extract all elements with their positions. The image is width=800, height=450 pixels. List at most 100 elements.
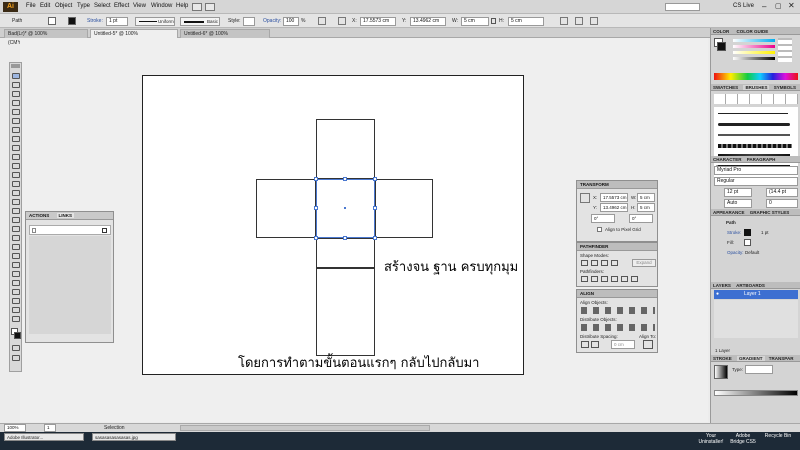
tab-graphic-styles[interactable]: GRAPHIC STYLES	[750, 210, 790, 215]
gradient-preview[interactable]	[714, 365, 728, 379]
constrain-proportions-icon[interactable]	[491, 18, 496, 24]
exclude-icon[interactable]	[611, 260, 618, 266]
magenta-slider[interactable]	[733, 45, 775, 48]
appearance-opacity-label[interactable]: Opacity:	[727, 250, 744, 255]
brush-definition[interactable]: Basic	[180, 17, 220, 26]
stroke-label[interactable]: Stroke:	[87, 18, 103, 24]
spacing-field[interactable]: 0 cm	[611, 340, 635, 349]
minus-back-icon[interactable]	[631, 276, 638, 282]
hand-tool-icon[interactable]	[12, 307, 20, 313]
swatches-panel-header[interactable]: SWATCHES BRUSHES SYMBOLS	[711, 84, 800, 91]
gradient-type-field[interactable]	[745, 365, 773, 374]
minus-front-icon[interactable]	[591, 260, 598, 266]
blend-tool-icon[interactable]	[12, 262, 20, 268]
drawing-mode-icon[interactable]	[12, 345, 20, 351]
transform-w-field[interactable]: 5 cm	[637, 193, 655, 202]
tracking-field[interactable]: 0	[766, 199, 798, 208]
black-slider[interactable]	[733, 57, 775, 60]
color-stroke-icon[interactable]	[717, 42, 726, 51]
reference-point-grid-icon[interactable]	[580, 193, 590, 203]
menu-edit[interactable]: Edit	[40, 3, 50, 9]
link-row[interactable]	[29, 225, 111, 235]
type-tool-icon[interactable]	[12, 118, 20, 124]
appearance-fill-swatch[interactable]	[744, 239, 751, 246]
close-icon[interactable]: ✕	[788, 1, 795, 10]
outline-icon[interactable]	[621, 276, 628, 282]
appearance-panel-header[interactable]: APPEARANCE GRAPHIC STYLES	[711, 209, 800, 216]
appearance-fill-label[interactable]: Fill:	[727, 240, 734, 245]
align-to-dropdown[interactable]	[643, 340, 653, 349]
desktop-icon-bridge[interactable]: Adobe Bridge CS5	[728, 433, 758, 445]
layers-list[interactable]	[714, 300, 798, 338]
selection-handle[interactable]	[373, 206, 377, 210]
gradient-tool-icon[interactable]	[12, 244, 20, 250]
free-transform-tool-icon[interactable]	[12, 208, 20, 214]
font-size-field[interactable]: 12 pt	[724, 188, 752, 197]
layers-panel-header[interactable]: LAYERS ARTBOARDS	[711, 282, 800, 289]
crop-icon[interactable]	[611, 276, 618, 282]
menu-type[interactable]: Type	[77, 3, 90, 9]
gradient-slider[interactable]	[714, 390, 798, 396]
zoom-field[interactable]: 100%	[4, 424, 26, 432]
tab-symbols[interactable]: SYMBOLS	[774, 85, 796, 90]
net-square-left[interactable]	[256, 179, 316, 238]
expand-button[interactable]: Expand	[632, 259, 656, 267]
net-square-right[interactable]	[375, 179, 433, 238]
cs-live-button[interactable]: CS Live	[733, 3, 754, 9]
layer-row[interactable]: ● Layer 1	[714, 290, 798, 299]
arrange-documents-button[interactable]	[205, 3, 215, 11]
tab-transparency[interactable]: TRANSPAR	[769, 356, 794, 361]
recolor-artwork-icon[interactable]	[318, 17, 326, 25]
tab-appearance[interactable]: APPEARANCE	[713, 210, 745, 215]
vertical-spacing-icon[interactable]	[581, 341, 589, 348]
tab-swatches[interactable]: SWATCHES	[713, 85, 738, 90]
opacity-label[interactable]: Opacity:	[263, 18, 281, 24]
eyedropper-tool-icon[interactable]	[12, 253, 20, 259]
menu-select[interactable]: Select	[94, 3, 111, 9]
color-panel-header[interactable]: COLOR COLOR GUIDE	[711, 28, 800, 35]
pen-tool-icon[interactable]	[12, 109, 20, 115]
menu-view[interactable]: View	[133, 3, 146, 9]
bridge-button[interactable]	[192, 3, 202, 11]
tab-artboards[interactable]: ARTBOARDS	[736, 283, 765, 288]
selection-handle[interactable]	[314, 236, 318, 240]
tab-paragraph[interactable]: PARAGRAPH	[747, 157, 776, 162]
align-pixel-checkbox[interactable]	[597, 227, 602, 232]
selection-handle[interactable]	[373, 177, 377, 181]
transform-h-field[interactable]: 5 cm	[637, 203, 655, 212]
tab-color[interactable]: COLOR	[713, 29, 729, 34]
menu-file[interactable]: File	[26, 3, 36, 9]
font-style-field[interactable]: Regular	[714, 177, 798, 186]
brush-presets-row[interactable]	[714, 94, 798, 104]
taskbar-item-image[interactable]: sasasasasasasas.jpg	[92, 433, 176, 441]
stroke-weight-field[interactable]: 1 pt	[106, 17, 128, 26]
menu-help[interactable]: Help	[176, 3, 188, 9]
tab-color-guide[interactable]: COLOR GUIDE	[737, 29, 769, 34]
horizontal-scrollbar[interactable]	[180, 425, 430, 431]
net-square-bottom[interactable]	[316, 268, 375, 356]
opacity-field[interactable]: 100	[283, 17, 299, 26]
line-tool-icon[interactable]	[12, 127, 20, 133]
height-field[interactable]: 5 cm	[508, 17, 544, 26]
transform-x-field[interactable]: 17.5573 cm	[600, 193, 628, 202]
font-family-field[interactable]: Myriad Pro	[714, 166, 798, 175]
pencil-tool-icon[interactable]	[12, 154, 20, 160]
merge-icon[interactable]	[601, 276, 608, 282]
shear-field[interactable]: 0°	[629, 214, 653, 223]
cyan-slider[interactable]	[733, 39, 775, 42]
yellow-slider[interactable]	[733, 51, 775, 54]
appearance-stroke-label[interactable]: Stroke:	[727, 230, 741, 235]
tab-actions[interactable]: ACTIONS	[29, 213, 49, 218]
paintbrush-tool-icon[interactable]	[12, 145, 20, 151]
menu-effect[interactable]: Effect	[114, 3, 129, 9]
width-field[interactable]: 5 cm	[461, 17, 489, 26]
tab-gradient[interactable]: GRADIENT	[737, 356, 765, 361]
horizontal-spacing-icon[interactable]	[591, 341, 599, 348]
variable-width-profile[interactable]: Uniform	[135, 17, 175, 26]
zoom-tool-icon[interactable]	[12, 316, 20, 322]
stroke-swatch[interactable]	[68, 17, 76, 25]
selection-handle[interactable]	[314, 206, 318, 210]
unite-icon[interactable]	[581, 260, 588, 266]
rectangle-tool-icon[interactable]	[12, 136, 20, 142]
reference-point-icon[interactable]	[338, 17, 346, 25]
